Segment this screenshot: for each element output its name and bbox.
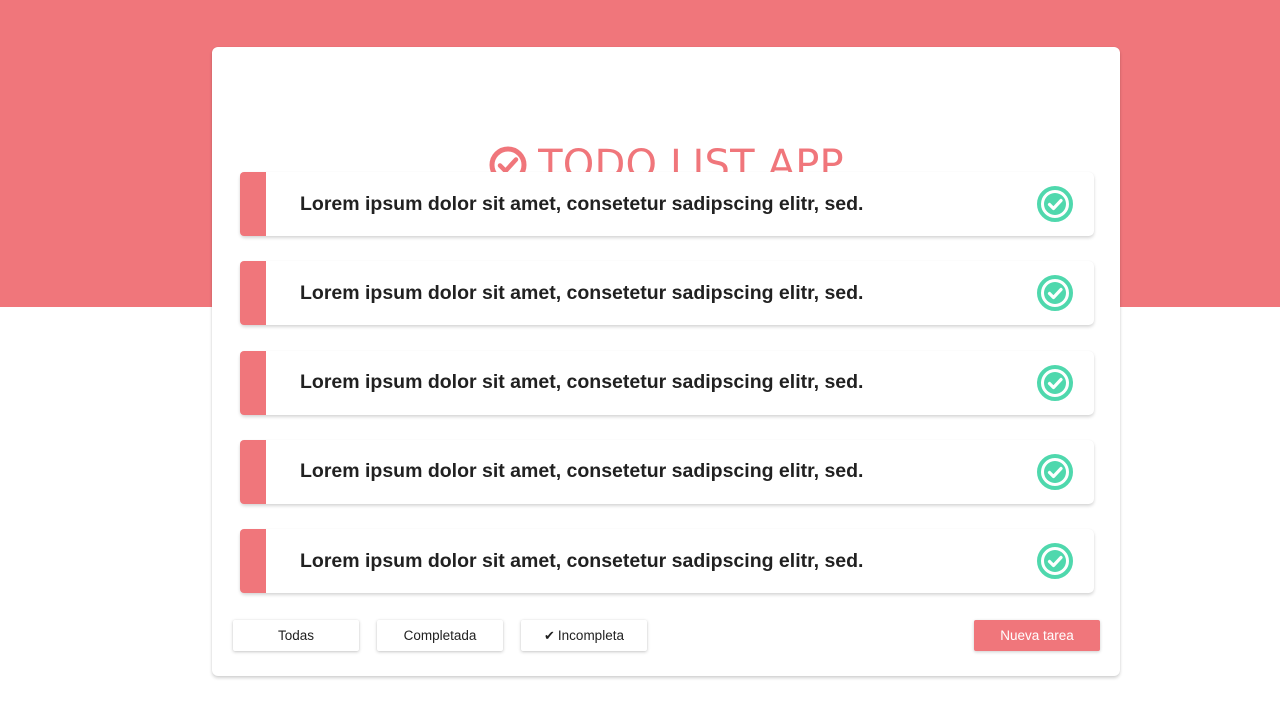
check-circle-icon[interactable] bbox=[1036, 274, 1074, 312]
filter-bar: Todas Completada ✔ Incompleta Nueva tare… bbox=[212, 620, 1120, 652]
task-item[interactable]: Lorem ipsum dolor sit amet, consetetur s… bbox=[240, 529, 1094, 594]
task-accent-bar bbox=[240, 350, 266, 415]
checkmark-icon: ✔ bbox=[544, 627, 555, 643]
filter-incomplete-label: Incompleta bbox=[557, 628, 624, 643]
task-list: Lorem ipsum dolor sit amet, consetetur s… bbox=[240, 172, 1094, 618]
task-text: Lorem ipsum dolor sit amet, consetetur s… bbox=[300, 192, 864, 215]
filter-incomplete-button[interactable]: ✔ Incompleta bbox=[521, 620, 647, 651]
task-accent-bar bbox=[240, 529, 266, 594]
task-item[interactable]: Lorem ipsum dolor sit amet, consetetur s… bbox=[240, 172, 1094, 236]
task-item[interactable]: Lorem ipsum dolor sit amet, consetetur s… bbox=[240, 350, 1094, 415]
task-accent-bar bbox=[240, 261, 266, 326]
filter-all-label: Todas bbox=[277, 628, 315, 643]
check-circle-icon[interactable] bbox=[1036, 185, 1074, 223]
task-item[interactable]: Lorem ipsum dolor sit amet, consetetur s… bbox=[240, 261, 1094, 326]
task-text: Lorem ipsum dolor sit amet, consetetur s… bbox=[300, 281, 864, 304]
task-text: Lorem ipsum dolor sit amet, consetetur s… bbox=[300, 549, 864, 572]
todo-card: TODO LIST APP Lorem ipsum dolor sit amet… bbox=[212, 47, 1120, 676]
new-task-label: Nueva tarea bbox=[1000, 628, 1074, 643]
task-item[interactable]: Lorem ipsum dolor sit amet, consetetur s… bbox=[240, 439, 1094, 504]
filter-completed-label: Completada bbox=[403, 628, 477, 643]
task-text: Lorem ipsum dolor sit amet, consetetur s… bbox=[300, 460, 864, 483]
task-text: Lorem ipsum dolor sit amet, consetetur s… bbox=[300, 371, 864, 394]
task-accent-bar bbox=[240, 439, 266, 504]
check-circle-icon[interactable] bbox=[1036, 542, 1074, 580]
filter-completed-button[interactable]: Completada bbox=[377, 620, 503, 651]
task-accent-bar bbox=[240, 172, 266, 236]
filter-all-button[interactable]: Todas bbox=[233, 620, 359, 651]
check-circle-icon[interactable] bbox=[1036, 364, 1074, 402]
check-circle-icon[interactable] bbox=[1036, 453, 1074, 491]
new-task-button[interactable]: Nueva tarea bbox=[974, 620, 1100, 651]
